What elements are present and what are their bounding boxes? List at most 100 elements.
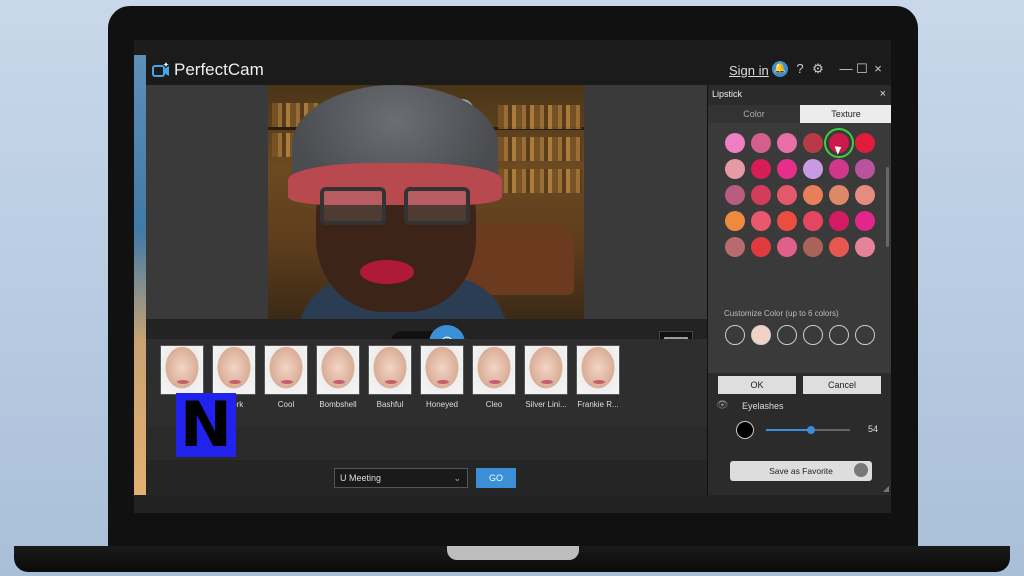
custom-color-slot[interactable] (751, 325, 771, 345)
lipstick-panel: Lipstick × Color Texture Customize Color… (707, 85, 891, 495)
color-swatch[interactable] (777, 211, 797, 231)
panel-title: Lipstick (712, 89, 743, 99)
eye-visibility-icon[interactable]: 👁 (716, 400, 729, 411)
look-label: Silver Lini... (525, 400, 567, 409)
eyelashes-label: Eyelashes (742, 401, 784, 411)
eyelash-color-swatch[interactable] (736, 421, 754, 439)
panel-close-icon[interactable]: × (880, 85, 886, 103)
lens-left (320, 187, 386, 225)
color-swatch[interactable] (829, 237, 849, 257)
color-swatch[interactable] (829, 211, 849, 231)
look-item[interactable]: Bashful (368, 345, 412, 409)
color-swatch[interactable] (855, 211, 875, 231)
meeting-selected-value: U Meeting (340, 473, 382, 483)
channel-logo: N (176, 393, 236, 457)
desktop-taskbar (134, 495, 891, 513)
color-swatch[interactable] (855, 133, 875, 153)
scrollbar[interactable] (886, 167, 889, 247)
look-label: Bashful (376, 400, 404, 409)
notification-bell-icon[interactable]: 🔔 (772, 61, 788, 77)
resize-grip-icon[interactable]: ◢ (883, 484, 889, 493)
look-item[interactable]: Cleo (472, 345, 516, 409)
slider-fill (766, 429, 812, 431)
custom-color-slot[interactable] (777, 325, 797, 345)
look-thumbnail (576, 345, 620, 395)
save-as-favorite-button[interactable]: Save as Favorite (730, 461, 872, 481)
custom-color-slot[interactable] (855, 325, 875, 345)
color-swatch[interactable] (777, 133, 797, 153)
panel-tabs: Color Texture (708, 105, 891, 123)
settings-gear-icon[interactable]: ⚙ (810, 61, 826, 77)
bookshelf (498, 105, 582, 129)
color-swatch[interactable] (777, 185, 797, 205)
maximize-icon[interactable]: ☐ (854, 61, 870, 77)
color-swatch[interactable] (725, 237, 745, 257)
color-swatch[interactable] (751, 237, 771, 257)
sign-in-link[interactable]: Sign in (729, 63, 769, 78)
eyelash-intensity-slider[interactable] (766, 426, 850, 434)
color-swatch[interactable] (777, 237, 797, 257)
color-swatch[interactable] (725, 185, 745, 205)
color-swatch[interactable] (829, 185, 849, 205)
color-swatch[interactable] (803, 185, 823, 205)
color-swatch[interactable] (803, 237, 823, 257)
color-swatch[interactable] (777, 159, 797, 179)
color-swatch[interactable] (725, 211, 745, 231)
minimize-icon[interactable]: — (838, 61, 854, 77)
color-swatch[interactable] (855, 159, 875, 179)
ok-button[interactable]: OK (718, 376, 796, 394)
look-item[interactable]: Silver Lini... (524, 345, 568, 409)
color-swatch[interactable] (829, 159, 849, 179)
color-swatch[interactable] (803, 211, 823, 231)
look-item[interactable]: Bombshell (316, 345, 360, 409)
cancel-button[interactable]: Cancel (803, 376, 881, 394)
slider-handle[interactable] (807, 426, 816, 434)
custom-color-slot[interactable] (829, 325, 849, 345)
camera-logo-icon (152, 62, 169, 77)
look-thumbnail (368, 345, 412, 395)
close-icon[interactable]: × (870, 61, 886, 77)
look-thumbnail (420, 345, 464, 395)
tab-texture[interactable]: Texture (800, 105, 891, 123)
favorite-face-icon (854, 463, 868, 477)
save-as-favorite-label: Save as Favorite (769, 466, 833, 476)
color-swatch[interactable] (803, 133, 823, 153)
color-swatch[interactable] (751, 211, 771, 231)
color-swatch[interactable] (751, 133, 771, 153)
look-label: Bombshell (319, 400, 357, 409)
look-label: Frankie R... (577, 400, 619, 409)
look-item[interactable]: Honeyed (420, 345, 464, 409)
look-label: Cool (277, 400, 295, 409)
bookshelf (498, 137, 582, 161)
desktop-wallpaper (134, 55, 146, 495)
meeting-app-select[interactable]: U Meeting ⌄ (334, 468, 468, 488)
sofa (464, 225, 574, 295)
help-icon[interactable]: ? (792, 61, 808, 77)
color-swatch[interactable] (725, 159, 745, 179)
go-button[interactable]: GO (476, 468, 516, 488)
tab-color[interactable]: Color (708, 105, 800, 123)
color-swatch[interactable] (855, 237, 875, 257)
video-stage: ▶▮ ◉ (146, 85, 707, 369)
color-swatch[interactable] (751, 185, 771, 205)
custom-color-slot[interactable] (725, 325, 745, 345)
bookshelf (498, 169, 582, 193)
look-label: Cleo (485, 400, 503, 409)
look-thumbnail (524, 345, 568, 395)
color-swatch[interactable] (725, 133, 745, 153)
color-swatch[interactable] (751, 159, 771, 179)
title-bar: PerfectCam Sign in 🔔 ? ⚙ — ☐ × (146, 55, 891, 85)
look-item[interactable]: Frankie R... (576, 345, 620, 409)
look-label: Honeyed (425, 400, 459, 409)
eyelashes-section: 👁 Eyelashes 54 (708, 398, 891, 448)
look-item[interactable]: Cool (264, 345, 308, 409)
custom-color-slot[interactable] (803, 325, 823, 345)
color-swatch[interactable] (803, 159, 823, 179)
panel-header: Lipstick × (708, 85, 891, 103)
laptop-notch (447, 546, 579, 560)
laptop-screen: PerfectCam Sign in 🔔 ? ⚙ — ☐ × Cool Bomb… (134, 40, 891, 513)
eyeglasses (320, 187, 474, 227)
meeting-bar: U Meeting ⌄ GO (146, 460, 707, 495)
color-swatch[interactable] (855, 185, 875, 205)
app-title: PerfectCam (174, 60, 264, 79)
